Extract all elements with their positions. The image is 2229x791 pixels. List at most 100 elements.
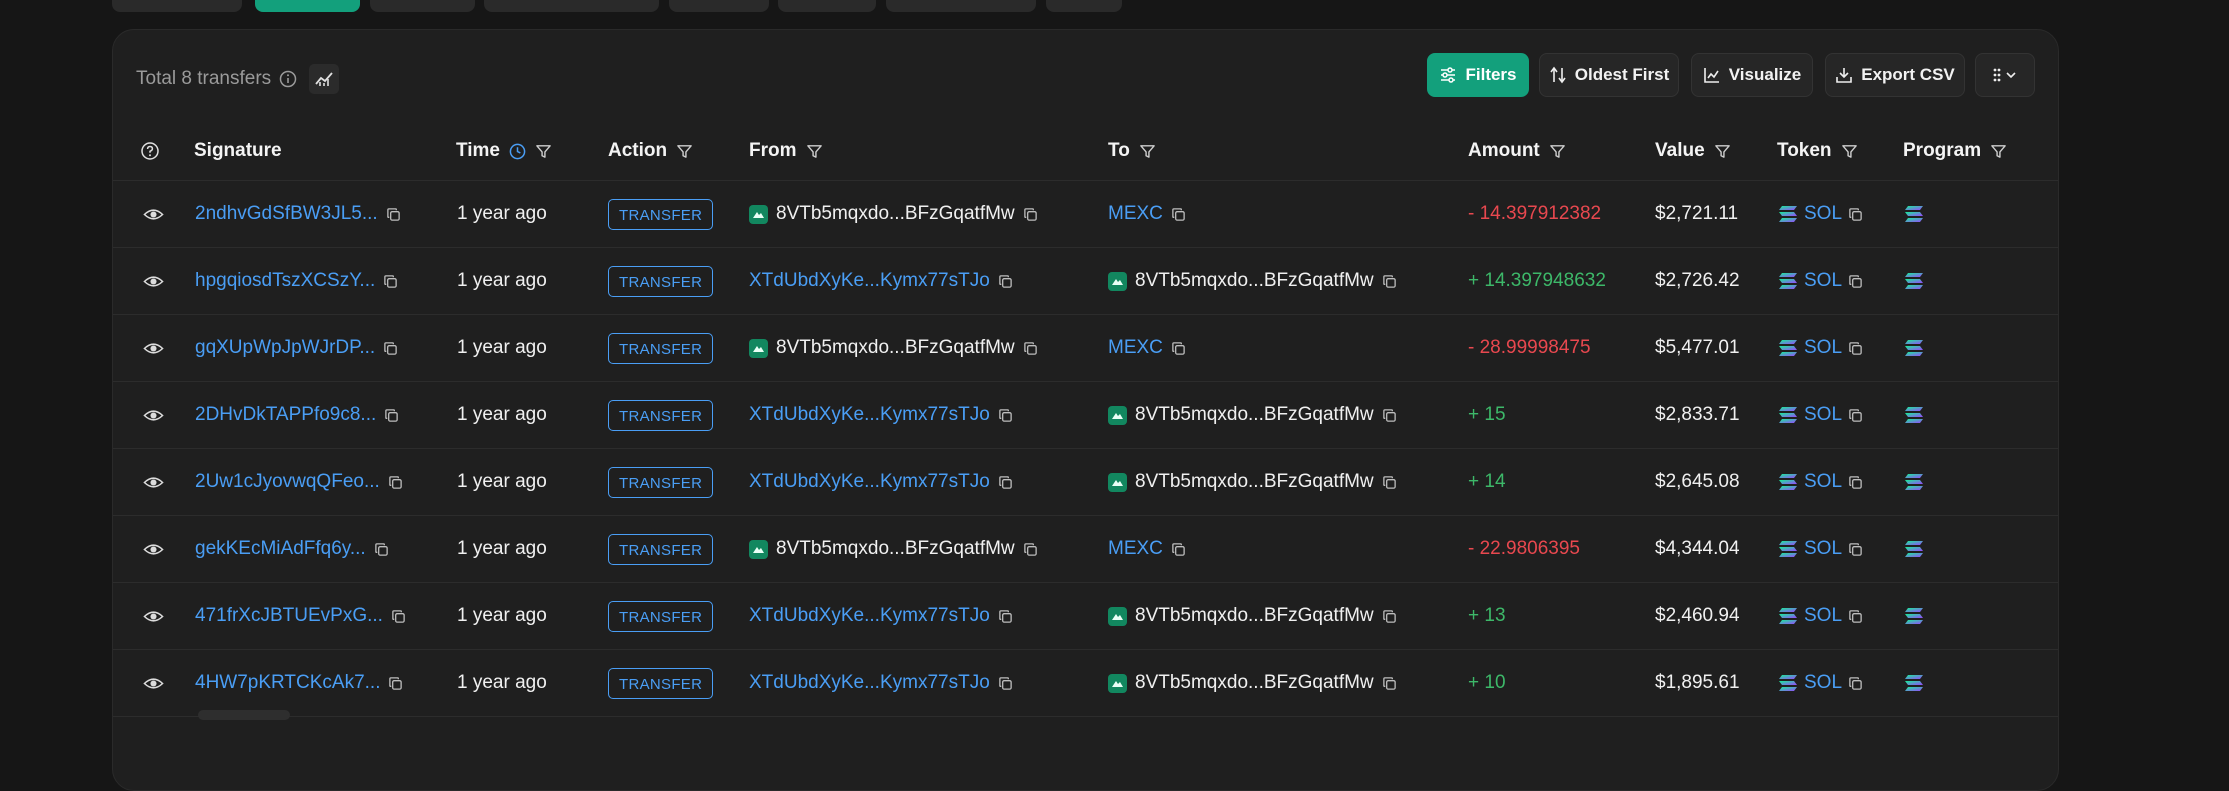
export-csv-button[interactable]: Export CSV	[1825, 53, 1965, 97]
signature-link[interactable]: 471frXcJBTUEvPxG...	[195, 605, 383, 627]
view-details-cell[interactable]	[143, 650, 164, 716]
from-address[interactable]: 8VTb5mqxdo...BFzGqatfMw	[776, 203, 1015, 225]
view-details-cell[interactable]	[143, 248, 164, 314]
copy-icon[interactable]	[388, 475, 403, 490]
eye-icon[interactable]	[143, 271, 164, 292]
from-address[interactable]: 8VTb5mqxdo...BFzGqatfMw	[776, 538, 1015, 560]
to-address[interactable]: MEXC	[1108, 203, 1163, 225]
chart-toggle-button[interactable]	[309, 64, 340, 94]
view-details-cell[interactable]	[143, 449, 164, 515]
program-cell[interactable]	[1904, 315, 1924, 381]
signature-link[interactable]: 4HW7pKRTCKcAk7...	[195, 672, 380, 694]
token-link[interactable]: SOL	[1804, 471, 1842, 493]
table-row[interactable]: 471frXcJBTUEvPxG... 1 year ago TRANSFER XTd…	[113, 583, 2058, 650]
copy-icon[interactable]	[1023, 542, 1038, 557]
copy-icon[interactable]	[1848, 609, 1863, 624]
copy-icon[interactable]	[1382, 676, 1397, 691]
eye-icon[interactable]	[143, 606, 164, 627]
from-address[interactable]: XTdUbdXyKe...Kymx77sTJo	[749, 471, 990, 493]
info-icon[interactable]	[279, 70, 297, 88]
copy-icon[interactable]	[1848, 408, 1863, 423]
tab-5[interactable]	[669, 0, 769, 12]
table-row[interactable]: 4HW7pKRTCKcAk7... 1 year ago TRANSFER XTdUb…	[113, 650, 2058, 717]
to-address[interactable]: 8VTb5mqxdo...BFzGqatfMw	[1135, 471, 1374, 493]
signature-link[interactable]: gekKEcMiAdFfq6y...	[195, 538, 366, 560]
program-cell[interactable]	[1904, 583, 1924, 649]
copy-icon[interactable]	[1848, 475, 1863, 490]
copy-icon[interactable]	[1171, 207, 1186, 222]
copy-icon[interactable]	[998, 609, 1013, 624]
program-cell[interactable]	[1904, 516, 1924, 582]
from-address[interactable]: XTdUbdXyKe...Kymx77sTJo	[749, 672, 990, 694]
copy-icon[interactable]	[1171, 341, 1186, 356]
eye-icon[interactable]	[143, 405, 164, 426]
copy-icon[interactable]	[1848, 207, 1863, 222]
sort-button[interactable]: Oldest First	[1539, 53, 1679, 97]
copy-icon[interactable]	[1023, 207, 1038, 222]
signature-link[interactable]: 2ndhvGdSfBW3JL5...	[195, 203, 378, 225]
program-cell[interactable]	[1904, 181, 1924, 247]
program-filter-icon[interactable]	[1990, 143, 2007, 160]
from-address[interactable]: 8VTb5mqxdo...BFzGqatfMw	[776, 337, 1015, 359]
copy-icon[interactable]	[386, 207, 401, 222]
copy-icon[interactable]	[1848, 274, 1863, 289]
signature-link[interactable]: 2DHvDkTAPPfo9c8...	[195, 404, 376, 426]
from-address[interactable]: XTdUbdXyKe...Kymx77sTJo	[749, 404, 990, 426]
copy-icon[interactable]	[1848, 676, 1863, 691]
tab-7[interactable]	[886, 0, 1036, 12]
visualize-button[interactable]: Visualize	[1691, 53, 1813, 97]
program-cell[interactable]	[1904, 449, 1924, 515]
view-details-cell[interactable]	[143, 181, 164, 247]
copy-icon[interactable]	[388, 676, 403, 691]
column-options-button[interactable]	[1975, 53, 2035, 97]
view-details-cell[interactable]	[143, 315, 164, 381]
token-link[interactable]: SOL	[1804, 672, 1842, 694]
to-address[interactable]: 8VTb5mqxdo...BFzGqatfMw	[1135, 605, 1374, 627]
signature-link[interactable]: gqXUpWpJpWJrDP...	[195, 337, 375, 359]
copy-icon[interactable]	[998, 274, 1013, 289]
eye-icon[interactable]	[143, 204, 164, 225]
filters-button[interactable]: Filters	[1427, 53, 1529, 97]
tab-8[interactable]	[1046, 0, 1122, 12]
to-filter-icon[interactable]	[1139, 143, 1156, 160]
token-link[interactable]: SOL	[1804, 270, 1842, 292]
tab-1[interactable]	[112, 0, 242, 12]
eye-icon[interactable]	[143, 338, 164, 359]
time-filter-icon[interactable]	[535, 143, 552, 160]
program-cell[interactable]	[1904, 650, 1924, 716]
copy-icon[interactable]	[374, 542, 389, 557]
to-address[interactable]: MEXC	[1108, 337, 1163, 359]
help-icon[interactable]	[140, 141, 160, 161]
view-details-cell[interactable]	[143, 583, 164, 649]
copy-icon[interactable]	[384, 408, 399, 423]
token-link[interactable]: SOL	[1804, 605, 1842, 627]
amount-filter-icon[interactable]	[1549, 143, 1566, 160]
token-filter-icon[interactable]	[1841, 143, 1858, 160]
from-address[interactable]: XTdUbdXyKe...Kymx77sTJo	[749, 605, 990, 627]
copy-icon[interactable]	[1171, 542, 1186, 557]
signature-link[interactable]: 2Uw1cJyovwqQFeo...	[195, 471, 380, 493]
token-link[interactable]: SOL	[1804, 404, 1842, 426]
copy-icon[interactable]	[383, 274, 398, 289]
eye-icon[interactable]	[143, 673, 164, 694]
copy-icon[interactable]	[391, 609, 406, 624]
table-row[interactable]: hpgqiosdTszXCSzY... 1 year ago TRANSFER XTd…	[113, 248, 2058, 315]
eye-icon[interactable]	[143, 539, 164, 560]
to-address[interactable]: 8VTb5mqxdo...BFzGqatfMw	[1135, 404, 1374, 426]
to-address[interactable]: MEXC	[1108, 538, 1163, 560]
copy-icon[interactable]	[1382, 274, 1397, 289]
to-address[interactable]: 8VTb5mqxdo...BFzGqatfMw	[1135, 672, 1374, 694]
tab-2-active[interactable]	[255, 0, 360, 12]
copy-icon[interactable]	[1848, 341, 1863, 356]
table-row[interactable]: 2Uw1cJyovwqQFeo... 1 year ago TRANSFER XTdU…	[113, 449, 2058, 516]
table-row[interactable]: gekKEcMiAdFfq6y... 1 year ago TRANSFER 8VTb…	[113, 516, 2058, 583]
copy-icon[interactable]	[998, 475, 1013, 490]
copy-icon[interactable]	[998, 676, 1013, 691]
view-details-cell[interactable]	[143, 382, 164, 448]
tab-6[interactable]	[778, 0, 876, 12]
eye-icon[interactable]	[143, 472, 164, 493]
column-time[interactable]: Time	[456, 122, 552, 180]
action-filter-icon[interactable]	[676, 143, 693, 160]
copy-icon[interactable]	[1382, 408, 1397, 423]
copy-icon[interactable]	[1848, 542, 1863, 557]
